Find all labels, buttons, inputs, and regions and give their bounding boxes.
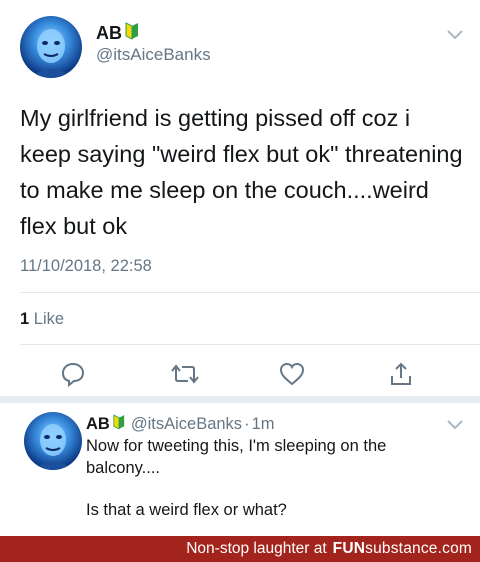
display-name[interactable]: AB [86, 415, 110, 434]
divider [20, 292, 480, 293]
likes-label: Like [33, 310, 65, 328]
chevron-down-icon[interactable] [446, 28, 464, 46]
brand-logo: FUNsubstance.com [332, 540, 472, 557]
timestamp[interactable]: 11/10/2018, 22:58 [20, 257, 152, 276]
main-tweet: AB @itsAiceBanks My girlfriend is gettin… [0, 0, 480, 396]
reply-line: Now for tweeting this, I'm sleeping on t… [86, 437, 387, 477]
reply-line: Is that a weird flex or what? [86, 501, 287, 519]
section-separator [0, 396, 480, 403]
beginner-badge-icon [125, 22, 139, 45]
reply-icon[interactable] [60, 361, 86, 387]
retweet-icon[interactable] [170, 361, 200, 387]
chevron-down-icon[interactable] [446, 418, 464, 436]
likes-number: 1 [20, 310, 30, 328]
likes-count[interactable]: 1 Like [20, 310, 64, 329]
tweet-text: My girlfriend is getting pissed off coz … [20, 105, 463, 239]
reply-time[interactable]: 1m [252, 415, 275, 434]
watermark-footer: Non-stop laughter at FUNsubstance.com [0, 536, 480, 562]
handle[interactable]: @itsAiceBanks [131, 415, 242, 434]
author-row: AB [96, 22, 139, 45]
reply-author-row: AB @itsAiceBanks · 1m [86, 414, 274, 435]
divider [20, 344, 480, 345]
handle[interactable]: @itsAiceBanks [96, 45, 211, 65]
heart-icon[interactable] [278, 361, 306, 387]
display-name[interactable]: AB [96, 23, 122, 44]
beginner-badge-icon [113, 414, 125, 435]
footer-tagline: Non-stop laughter at [186, 540, 327, 557]
avatar[interactable] [24, 412, 82, 470]
separator-dot: · [244, 415, 250, 433]
share-icon[interactable] [388, 361, 414, 387]
avatar[interactable] [20, 16, 82, 78]
reply-text: Now for tweeting this, I'm sleeping on t… [86, 436, 456, 522]
